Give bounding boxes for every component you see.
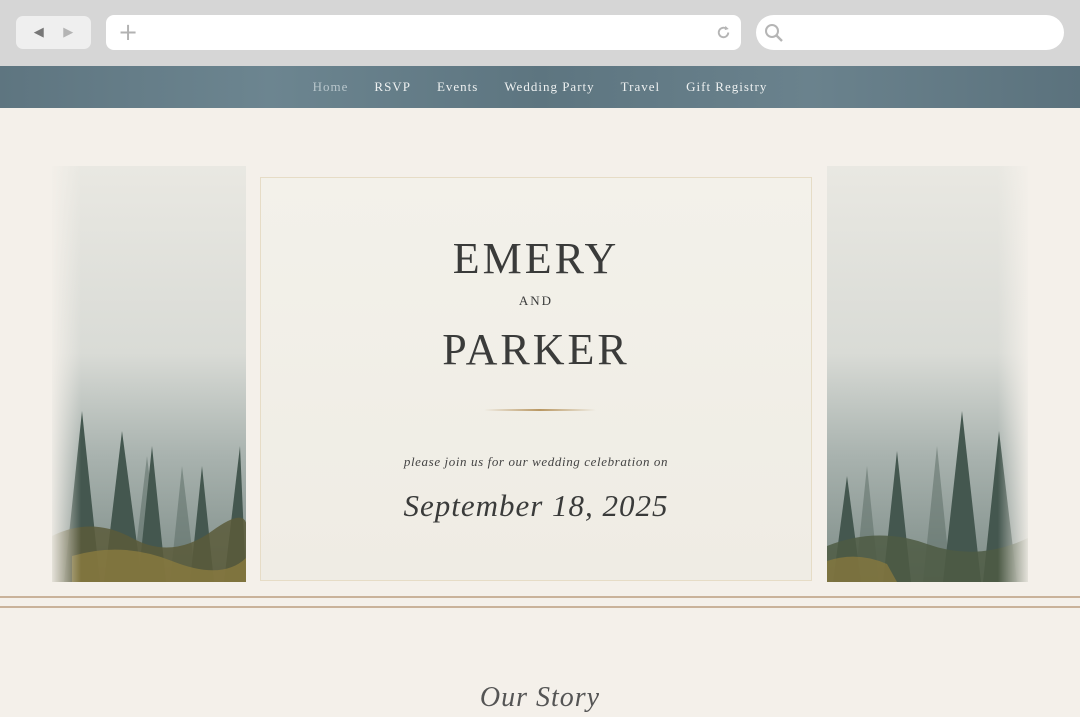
section-rule-top <box>0 596 1080 598</box>
nav-wedding-party[interactable]: Wedding Party <box>504 79 594 95</box>
nav-events[interactable]: Events <box>437 79 478 95</box>
and-connector: AND <box>518 293 554 308</box>
forward-arrow-icon[interactable]: ▶ <box>63 25 73 40</box>
nav-home[interactable]: Home <box>313 79 349 95</box>
couple-name-second: PARKER <box>442 325 630 374</box>
nav-rsvp[interactable]: RSVP <box>374 79 411 95</box>
wedding-date: September 18, 2025 <box>403 488 669 523</box>
main-nav: Home RSVP Events Wedding Party Travel Gi… <box>0 66 1080 108</box>
plus-icon[interactable]: + <box>118 19 138 45</box>
forest-illustration-right <box>827 166 1028 582</box>
hero-card: EMERY AND PARKER please join us for our … <box>260 177 812 581</box>
address-bar[interactable]: + <box>106 15 741 50</box>
our-story-heading: Our Story <box>479 682 601 713</box>
invitation-text: please join us for our wedding celebrati… <box>403 454 669 469</box>
back-arrow-icon[interactable]: ◀ <box>34 25 44 40</box>
history-buttons: ◀ ▶ <box>16 16 91 49</box>
forest-illustration-left <box>52 166 246 582</box>
nav-gift-registry[interactable]: Gift Registry <box>686 79 767 95</box>
search-bar[interactable] <box>756 15 1064 50</box>
nav-travel[interactable]: Travel <box>621 79 660 95</box>
browser-chrome: ◀ ▶ + <box>0 0 1080 66</box>
section-rule-bottom <box>0 606 1080 608</box>
search-icon <box>765 24 783 42</box>
couple-name-first: EMERY <box>452 234 620 283</box>
reload-icon[interactable] <box>714 23 733 42</box>
gold-divider <box>484 409 596 411</box>
wedding-site: Home RSVP Events Wedding Party Travel Gi… <box>0 66 1080 717</box>
